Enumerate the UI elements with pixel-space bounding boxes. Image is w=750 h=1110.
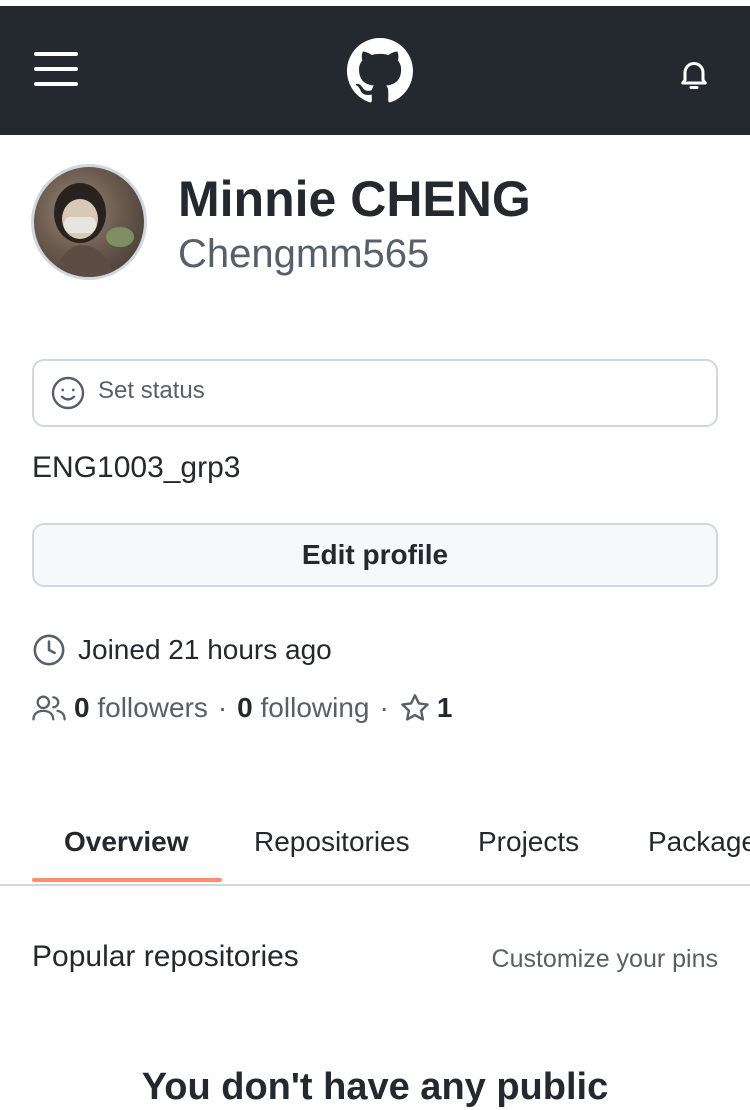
separator-dot: · <box>217 692 228 723</box>
people-icon <box>32 695 66 721</box>
tab-repositories[interactable]: Repositories <box>254 826 410 858</box>
active-tab-indicator <box>32 878 222 882</box>
tab-packages[interactable]: Packages <box>648 826 750 858</box>
followers-row: 0 followers · 0 following · 1 <box>32 688 452 728</box>
stars-count[interactable]: 1 <box>437 692 453 724</box>
star-icon[interactable] <box>399 692 431 724</box>
top-strip <box>0 0 750 6</box>
edit-profile-button[interactable]: Edit profile <box>32 523 718 587</box>
customize-pins-link[interactable]: Customize your pins <box>492 945 718 974</box>
following-link[interactable]: following <box>261 692 370 724</box>
top-navigation-bar <box>0 0 750 135</box>
followers-link[interactable]: followers <box>97 692 207 724</box>
empty-repositories-message: You don't have any public <box>141 1066 609 1108</box>
followers-count: 0 <box>74 692 90 723</box>
tab-projects[interactable]: Projects <box>478 826 579 858</box>
clock-icon <box>33 634 65 666</box>
joined-info: Joined 21 hours ago <box>32 630 332 670</box>
avatar-photo <box>52 183 134 277</box>
joined-text: Joined 21 hours ago <box>78 634 332 665</box>
bell-icon[interactable] <box>676 55 712 93</box>
profile-bio: ENG1003_grp3 <box>32 451 241 484</box>
set-status-label: Set status <box>98 377 205 404</box>
profile-display-name: Minnie CHENG <box>178 171 531 227</box>
hamburger-icon[interactable] <box>34 52 78 86</box>
tab-overview[interactable]: Overview <box>64 826 189 858</box>
popular-repositories-title: Popular repositories <box>32 940 299 973</box>
profile-tabs: Overview Repositories Projects Packages <box>0 820 750 886</box>
set-status-button[interactable]: Set status <box>32 359 718 427</box>
following-count: 0 <box>237 692 253 723</box>
profile-username: Chengmm565 <box>178 232 430 276</box>
separator-dot: · <box>379 692 389 723</box>
smiley-icon <box>51 376 85 410</box>
avatar[interactable] <box>31 164 147 280</box>
github-octocat-icon[interactable] <box>347 38 413 104</box>
